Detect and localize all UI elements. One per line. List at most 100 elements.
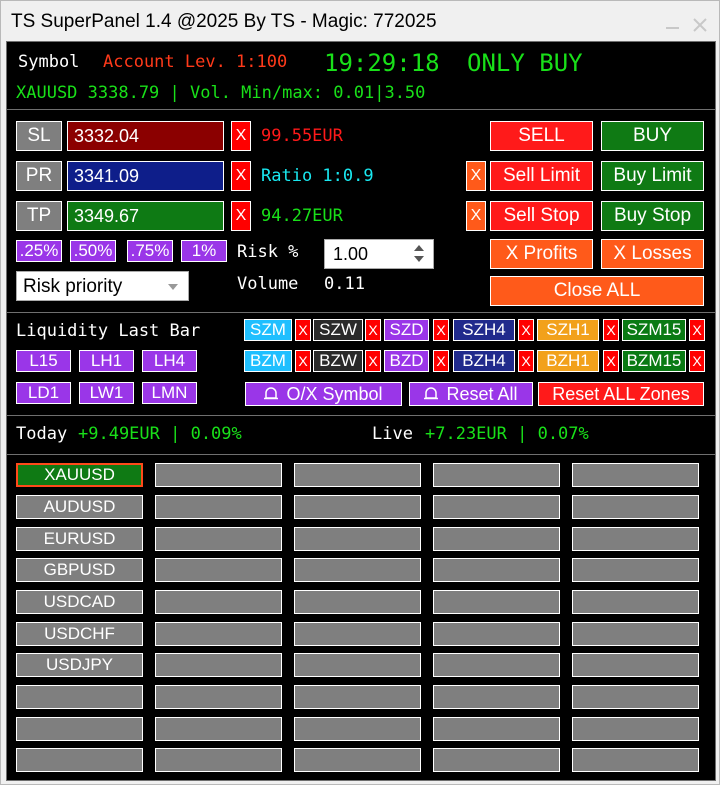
- symbol-cell-empty[interactable]: [294, 622, 421, 646]
- sell-limit-clear-button[interactable]: X: [466, 161, 486, 191]
- symbol-cell-empty[interactable]: [294, 590, 421, 614]
- symbol-cell-empty[interactable]: [572, 527, 699, 551]
- symbol-cell-empty[interactable]: [155, 717, 282, 741]
- symbol-cell-empty[interactable]: [16, 717, 143, 741]
- tp-clear-button[interactable]: X: [231, 201, 251, 231]
- zone-bzm-clear-button[interactable]: X: [295, 350, 311, 372]
- symbol-cell-empty[interactable]: [155, 748, 282, 772]
- symbol-cell-empty[interactable]: [433, 527, 560, 551]
- symbol-cell-empty[interactable]: [294, 685, 421, 709]
- symbol-cell[interactable]: EURUSD: [16, 527, 143, 551]
- title-bar[interactable]: TS SuperPanel 1.4 @2025 By TS - Magic: 7…: [1, 1, 719, 41]
- symbol-cell-empty[interactable]: [294, 653, 421, 677]
- symbol-cell-empty[interactable]: [433, 748, 560, 772]
- buy-button[interactable]: BUY: [601, 121, 704, 151]
- symbol-cell-active[interactable]: XAUUSD: [16, 463, 143, 487]
- zone-bzw-clear-button[interactable]: X: [365, 350, 381, 372]
- symbol-cell[interactable]: USDCAD: [16, 590, 143, 614]
- symbol-cell-empty[interactable]: [572, 748, 699, 772]
- symbol-cell-empty[interactable]: [572, 463, 699, 487]
- symbol-cell-empty[interactable]: [433, 495, 560, 519]
- symbol-cell-empty[interactable]: [294, 463, 421, 487]
- tp-button[interactable]: TP: [16, 201, 62, 231]
- zone-szh1-clear-button[interactable]: X: [603, 319, 619, 341]
- risk-075-button[interactable]: .75%: [127, 240, 173, 262]
- symbol-cell-empty[interactable]: [16, 685, 143, 709]
- symbol-cell[interactable]: GBPUSD: [16, 558, 143, 582]
- zone-bzd-clear-button[interactable]: X: [433, 350, 449, 372]
- zone-szw-clear-button[interactable]: X: [365, 319, 381, 341]
- zone-bzd-button[interactable]: BZD: [384, 350, 429, 372]
- reset-all-zones-button[interactable]: Reset ALL Zones: [538, 382, 704, 406]
- zone-bzm-button[interactable]: BZM: [244, 350, 292, 372]
- symbol-cell-empty[interactable]: [294, 558, 421, 582]
- zone-bzh4-button[interactable]: BZH4: [453, 350, 515, 372]
- zone-bzh1-button[interactable]: BZH1: [537, 350, 599, 372]
- symbol-cell-empty[interactable]: [572, 653, 699, 677]
- zone-bzh1-clear-button[interactable]: X: [603, 350, 619, 372]
- zone-szm15-button[interactable]: SZM15: [622, 319, 686, 341]
- pr-price-field[interactable]: 3341.09: [67, 161, 224, 191]
- close-losses-button[interactable]: X Losses: [601, 239, 704, 269]
- symbol-cell-empty[interactable]: [155, 495, 282, 519]
- sell-button[interactable]: SELL: [490, 121, 593, 151]
- symbol-cell-empty[interactable]: [433, 622, 560, 646]
- close-profits-button[interactable]: X Profits: [490, 239, 593, 269]
- liquidity-lw1-button[interactable]: LW1: [79, 382, 134, 404]
- zone-szh4-button[interactable]: SZH4: [453, 319, 515, 341]
- zone-bzh4-clear-button[interactable]: X: [518, 350, 534, 372]
- symbol-cell-empty[interactable]: [433, 685, 560, 709]
- risk-1-button[interactable]: 1%: [181, 240, 227, 262]
- symbol-cell-empty[interactable]: [572, 558, 699, 582]
- sl-button[interactable]: SL: [16, 121, 62, 151]
- minimize-icon[interactable]: [665, 17, 681, 33]
- tp-price-field[interactable]: 3349.67: [67, 201, 224, 231]
- spinner-arrows-icon[interactable]: [413, 244, 425, 264]
- zone-szw-button[interactable]: SZW: [313, 319, 363, 341]
- buy-limit-button[interactable]: Buy Limit: [601, 161, 704, 191]
- symbol-cell[interactable]: AUDUSD: [16, 495, 143, 519]
- symbol-cell-empty[interactable]: [294, 717, 421, 741]
- risk-percent-spinner[interactable]: 1.00: [324, 239, 434, 269]
- pr-button[interactable]: PR: [16, 161, 62, 191]
- liquidity-l15-button[interactable]: L15: [16, 350, 71, 372]
- symbol-cell-empty[interactable]: [155, 685, 282, 709]
- symbol-cell-empty[interactable]: [16, 748, 143, 772]
- symbol-cell-empty[interactable]: [155, 527, 282, 551]
- symbol-cell-empty[interactable]: [433, 463, 560, 487]
- zone-bzm15-button[interactable]: BZM15: [622, 350, 686, 372]
- risk-050-button[interactable]: .50%: [70, 240, 116, 262]
- sl-price-field[interactable]: 3332.04: [67, 121, 224, 151]
- ox-symbol-button[interactable]: O/X Symbol: [245, 382, 402, 406]
- symbol-cell-empty[interactable]: [572, 622, 699, 646]
- symbol-cell-empty[interactable]: [294, 748, 421, 772]
- zone-szm15-clear-button[interactable]: X: [689, 319, 705, 341]
- symbol-cell-empty[interactable]: [155, 558, 282, 582]
- symbol-cell-empty[interactable]: [572, 685, 699, 709]
- symbol-cell-empty[interactable]: [572, 590, 699, 614]
- symbol-cell-empty[interactable]: [572, 495, 699, 519]
- symbol-cell-empty[interactable]: [155, 622, 282, 646]
- symbol-cell-empty[interactable]: [433, 590, 560, 614]
- liquidity-ld1-button[interactable]: LD1: [16, 382, 71, 404]
- zone-szm-button[interactable]: SZM: [244, 319, 292, 341]
- symbol-cell-empty[interactable]: [155, 590, 282, 614]
- pr-clear-button[interactable]: X: [231, 161, 251, 191]
- close-all-button[interactable]: Close ALL: [490, 276, 704, 306]
- liquidity-lh1-button[interactable]: LH1: [79, 350, 134, 372]
- sell-limit-button[interactable]: Sell Limit: [490, 161, 593, 191]
- symbol-cell-empty[interactable]: [433, 653, 560, 677]
- symbol-cell-empty[interactable]: [433, 558, 560, 582]
- zone-szd-clear-button[interactable]: X: [433, 319, 449, 341]
- close-icon[interactable]: [692, 17, 708, 33]
- symbol-cell-empty[interactable]: [433, 717, 560, 741]
- zone-szh1-button[interactable]: SZH1: [537, 319, 599, 341]
- symbol-cell-empty[interactable]: [155, 653, 282, 677]
- sl-clear-button[interactable]: X: [231, 121, 251, 151]
- zone-bzw-button[interactable]: BZW: [313, 350, 363, 372]
- zone-szm-clear-button[interactable]: X: [295, 319, 311, 341]
- symbol-cell[interactable]: USDJPY: [16, 653, 143, 677]
- liquidity-lh4-button[interactable]: LH4: [142, 350, 197, 372]
- zone-szd-button[interactable]: SZD: [384, 319, 429, 341]
- symbol-cell-empty[interactable]: [294, 527, 421, 551]
